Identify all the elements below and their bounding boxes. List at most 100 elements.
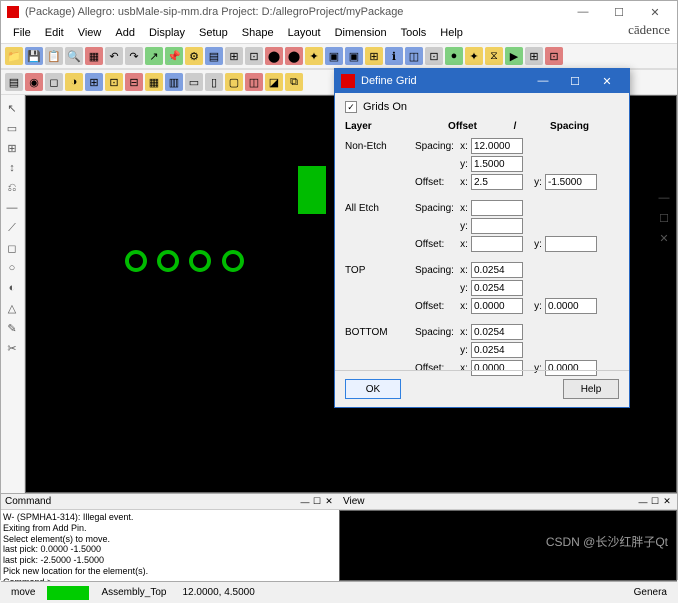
tool-icon[interactable]: ⬤ bbox=[265, 47, 283, 65]
tool-icon[interactable]: ℹ bbox=[385, 47, 403, 65]
rect-pad[interactable] bbox=[298, 166, 326, 214]
offset-y-input[interactable] bbox=[545, 236, 597, 252]
tool-icon[interactable]: ▥ bbox=[165, 73, 183, 91]
maximize-button[interactable]: ☐ bbox=[603, 3, 635, 21]
menu-dimension[interactable]: Dimension bbox=[329, 25, 393, 41]
tool-icon[interactable]: ▦ bbox=[85, 47, 103, 65]
tool-icon[interactable]: ⊡ bbox=[245, 47, 263, 65]
tool-icon[interactable]: ✦ bbox=[305, 47, 323, 65]
tool-icon[interactable]: ◪ bbox=[265, 73, 283, 91]
tool-icon[interactable]: ⧖ bbox=[485, 47, 503, 65]
spacing-y-input[interactable] bbox=[471, 342, 523, 358]
close-button[interactable]: ✕ bbox=[639, 3, 671, 21]
tool-icon[interactable]: 📌 bbox=[165, 47, 183, 65]
tool-icon[interactable]: ⊡ bbox=[105, 73, 123, 91]
tool-icon[interactable]: ◫ bbox=[405, 47, 423, 65]
grids-on-checkbox[interactable]: ✓ bbox=[345, 101, 357, 113]
menu-view[interactable]: View bbox=[72, 25, 108, 41]
command-log[interactable]: W- (SPMHA1-314): Illegal event. Exiting … bbox=[1, 510, 339, 581]
menu-add[interactable]: Add bbox=[109, 25, 141, 41]
tool-icon[interactable]: ⊡ bbox=[425, 47, 443, 65]
menu-file[interactable]: File bbox=[7, 25, 37, 41]
tool-icon[interactable]: ▢ bbox=[225, 73, 243, 91]
tool-icon[interactable]: 📋 bbox=[45, 47, 63, 65]
tool-icon[interactable]: 🔍 bbox=[65, 47, 83, 65]
tool-icon[interactable]: 📁 bbox=[5, 47, 23, 65]
tool-icon[interactable]: ⬤ bbox=[285, 47, 303, 65]
edit-tool-icon[interactable]: ✎ bbox=[3, 319, 21, 337]
spacing-x-input[interactable] bbox=[471, 200, 523, 216]
tool-icon[interactable]: ◫ bbox=[245, 73, 263, 91]
layer-color-swatch[interactable] bbox=[47, 586, 89, 600]
grid-tool-icon[interactable]: ⊞ bbox=[3, 139, 21, 157]
menu-layout[interactable]: Layout bbox=[282, 25, 327, 41]
tool-icon[interactable]: ↗ bbox=[145, 47, 163, 65]
tool-icon[interactable]: 💾 bbox=[25, 47, 43, 65]
tool-icon[interactable]: ▭ bbox=[185, 73, 203, 91]
offset-x-input[interactable] bbox=[471, 298, 523, 314]
tool-icon[interactable]: ✦ bbox=[465, 47, 483, 65]
tool-icon[interactable]: ⊟ bbox=[125, 73, 143, 91]
tool-icon[interactable]: ⚙ bbox=[185, 47, 203, 65]
tool-icon[interactable]: ▤ bbox=[5, 73, 23, 91]
offset-x-input[interactable] bbox=[471, 174, 523, 190]
panel-max-icon[interactable]: ☐ bbox=[649, 496, 661, 508]
spacing-x-input[interactable] bbox=[471, 138, 523, 154]
circle-tool-icon[interactable]: ○ bbox=[3, 259, 21, 277]
circular-pad[interactable] bbox=[222, 250, 244, 272]
undo-tool-icon[interactable]: ⎌ bbox=[3, 179, 21, 197]
dock-close-icon[interactable]: ✕ bbox=[655, 229, 673, 247]
menu-setup[interactable]: Setup bbox=[193, 25, 234, 41]
tool-icon[interactable]: ▶ bbox=[505, 47, 523, 65]
tool-icon[interactable]: ◑ bbox=[65, 73, 83, 91]
move-tool-icon[interactable]: ↕ bbox=[3, 159, 21, 177]
menu-tools[interactable]: Tools bbox=[395, 25, 433, 41]
tool-icon[interactable]: ▣ bbox=[325, 47, 343, 65]
spacing-x-input[interactable] bbox=[471, 324, 523, 340]
panel-min-icon[interactable]: — bbox=[637, 496, 649, 508]
menu-edit[interactable]: Edit bbox=[39, 25, 70, 41]
menu-display[interactable]: Display bbox=[143, 25, 191, 41]
tool-icon[interactable]: ↶ bbox=[105, 47, 123, 65]
dialog-minimize-button[interactable]: — bbox=[527, 71, 559, 91]
circular-pad[interactable] bbox=[125, 250, 147, 272]
help-button[interactable]: Help bbox=[563, 379, 619, 399]
dialog-maximize-button[interactable]: ☐ bbox=[559, 71, 591, 91]
spacing-y-input[interactable] bbox=[471, 156, 523, 172]
panel-close-icon[interactable]: ✕ bbox=[323, 496, 335, 508]
offset-y-input[interactable] bbox=[545, 174, 597, 190]
ok-button[interactable]: OK bbox=[345, 379, 401, 399]
status-layer[interactable]: Assembly_Top bbox=[97, 587, 170, 598]
tool-icon[interactable]: ⧉ bbox=[285, 73, 303, 91]
tool-icon[interactable]: ● bbox=[445, 47, 463, 65]
arc-tool-icon[interactable]: ◐ bbox=[3, 279, 21, 297]
tool-icon[interactable]: ▣ bbox=[345, 47, 363, 65]
box-tool-icon[interactable]: ◻ bbox=[3, 239, 21, 257]
dialog-titlebar[interactable]: Define Grid — ☐ ✕ bbox=[335, 69, 629, 93]
cut-tool-icon[interactable]: ✂ bbox=[3, 339, 21, 357]
triangle-tool-icon[interactable]: △ bbox=[3, 299, 21, 317]
minimize-button[interactable]: — bbox=[567, 3, 599, 21]
tool-icon[interactable]: ⊞ bbox=[525, 47, 543, 65]
panel-close-icon[interactable]: ✕ bbox=[661, 496, 673, 508]
tool-icon[interactable]: ⊞ bbox=[85, 73, 103, 91]
menu-shape[interactable]: Shape bbox=[236, 25, 280, 41]
rect-tool-icon[interactable]: ▭ bbox=[3, 119, 21, 137]
spacing-y-input[interactable] bbox=[471, 218, 523, 234]
spacing-x-input[interactable] bbox=[471, 262, 523, 278]
circular-pad[interactable] bbox=[189, 250, 211, 272]
panel-min-icon[interactable]: — bbox=[299, 496, 311, 508]
spacing-y-input[interactable] bbox=[471, 280, 523, 296]
tool-icon[interactable]: ⊞ bbox=[225, 47, 243, 65]
tool-icon[interactable]: ▤ bbox=[205, 47, 223, 65]
select-tool-icon[interactable]: ↖ bbox=[3, 99, 21, 117]
panel-max-icon[interactable]: ☐ bbox=[311, 496, 323, 508]
tool-icon[interactable]: ▯ bbox=[205, 73, 223, 91]
tool-icon[interactable]: ⊞ bbox=[365, 47, 383, 65]
tool-icon[interactable]: ▦ bbox=[145, 73, 163, 91]
circular-pad[interactable] bbox=[157, 250, 179, 272]
line-tool-icon[interactable]: ⟋ bbox=[3, 219, 21, 237]
offset-x-input[interactable] bbox=[471, 236, 523, 252]
dialog-close-button[interactable]: ✕ bbox=[591, 71, 623, 91]
tool-icon[interactable]: ⊡ bbox=[545, 47, 563, 65]
